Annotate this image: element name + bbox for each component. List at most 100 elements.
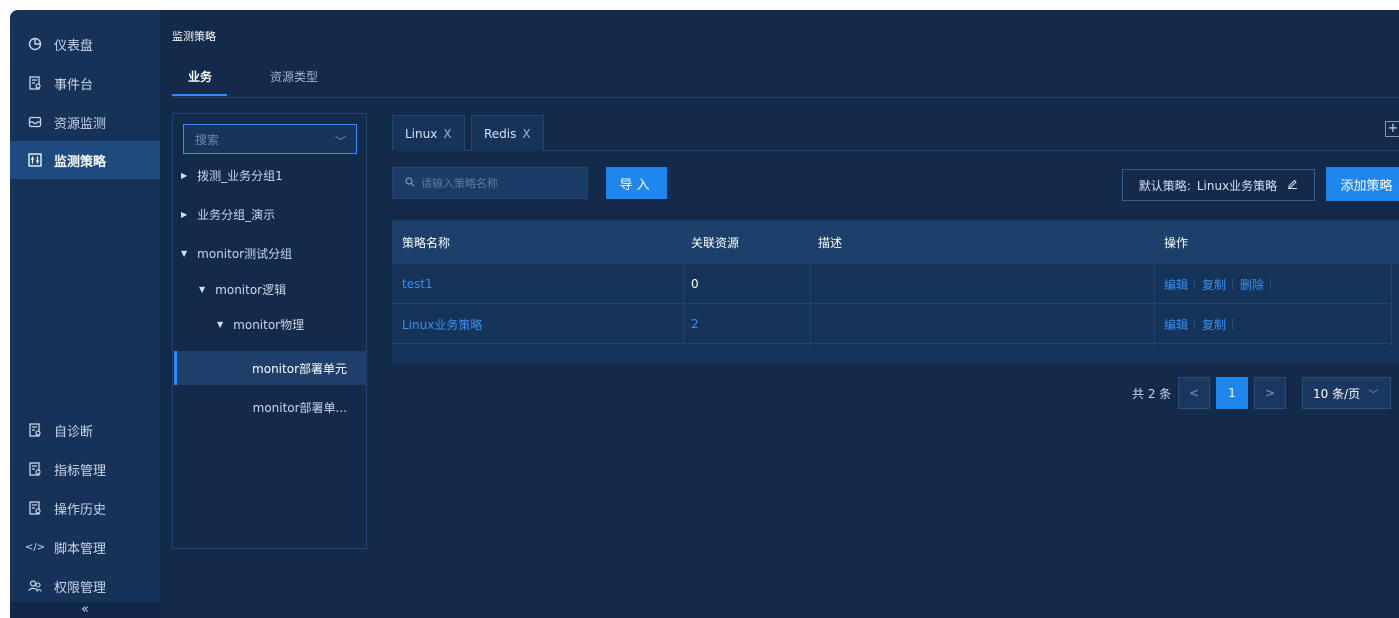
column-header: 关联资源 [691, 235, 740, 250]
sidebar-item-events[interactable]: 事件台 [10, 64, 160, 102]
tree-node[interactable]: ▼ monitor物理 [217, 307, 304, 341]
sidebar-item-label: 权限管理 [54, 580, 107, 596]
policy-name-link[interactable]: test1 [402, 264, 433, 304]
tree-node-label: 业务分组_演示 [197, 207, 276, 222]
top-tabs: 业务 资源类型 [172, 68, 1399, 98]
app-window: 仪表盘 事件台 资源监测 监测策略 自诊断 指标管理 操作历史 </> 脚本管理… [10, 10, 1399, 618]
default-policy-box[interactable]: 默认策略: Linux业务策略 [1122, 169, 1315, 201]
tree-node-label: monitor部署单... [252, 400, 347, 415]
tab-label: Linux [405, 126, 438, 141]
tab-label: 业务 [188, 70, 213, 84]
resource-tab-bar: Linux X Redis X + [392, 115, 1399, 151]
pie-chart-icon [28, 37, 42, 51]
sidebar-item-metrics[interactable]: 指标管理 [10, 450, 160, 488]
row-actions: 编辑 复制 删除 [1164, 264, 1278, 304]
sidebar-item-label: 自诊断 [54, 424, 94, 440]
sidebar: 仪表盘 事件台 资源监测 监测策略 自诊断 指标管理 操作历史 </> 脚本管理… [10, 10, 160, 618]
copy-button[interactable]: 复制 [1202, 316, 1226, 333]
chevron-down-icon: ﹀ [335, 135, 346, 148]
page-number-button[interactable]: 1 [1216, 377, 1248, 409]
table-row: Linux业务策略 2 编辑 复制 [392, 304, 1392, 344]
column-divider [1391, 264, 1392, 346]
policy-content: Linux X Redis X + 请输入策略名称 导入 默认策略: Linux… [382, 113, 1399, 618]
column-header: 描述 [818, 235, 843, 250]
caret-right-icon: ▶ [181, 209, 188, 219]
sidebar-item-scripts[interactable]: </> 脚本管理 [10, 528, 160, 566]
policy-search-input[interactable]: 请输入策略名称 [392, 167, 588, 199]
resource-count-link[interactable]: 2 [691, 304, 699, 344]
import-button[interactable]: 导入 [606, 167, 667, 199]
add-tab-button[interactable]: + [1385, 121, 1399, 137]
add-policy-button[interactable]: 添加策略 [1326, 167, 1399, 201]
search-icon [405, 176, 415, 190]
sidebar-item-self-diagnosis[interactable]: 自诊断 [10, 411, 160, 449]
sidebar-item-history[interactable]: 操作历史 [10, 489, 160, 527]
divider [1232, 318, 1234, 330]
sidebar-item-dashboard[interactable]: 仪表盘 [10, 25, 160, 63]
column-header: 策略名称 [402, 235, 451, 250]
close-icon[interactable]: X [443, 127, 451, 141]
edit-icon[interactable] [1287, 178, 1298, 192]
default-policy-value: Linux业务策略 [1196, 178, 1278, 193]
page-title: 监测策略 [172, 30, 216, 43]
sidebar-item-policies[interactable]: 监测策略 [10, 141, 160, 179]
search-placeholder: 请输入策略名称 [421, 177, 498, 190]
edit-button[interactable]: 编辑 [1164, 316, 1188, 333]
sidebar-item-label: 监测策略 [54, 154, 107, 170]
divider [1194, 318, 1196, 330]
caret-down-icon: ▼ [217, 319, 224, 329]
tree-node[interactable]: ▼ monitor逻辑 [199, 272, 286, 306]
pagination-total: 共 2 条 [1132, 387, 1172, 401]
document-icon [28, 462, 42, 476]
tree-node[interactable]: ▶ 业务分组_演示 [181, 197, 275, 231]
sidebar-item-label: 事件台 [54, 77, 94, 93]
document-icon [28, 501, 42, 515]
sidebar-item-label: 资源监测 [54, 116, 107, 132]
collapse-sidebar-button[interactable]: « [10, 602, 160, 618]
tree-node[interactable]: ▶ 拨测_业务分组1 [181, 158, 283, 192]
page-size-value: 10 条/页 [1313, 386, 1361, 401]
table-header: 策略名称 关联资源 描述 操作 [392, 220, 1399, 264]
divider [1232, 278, 1234, 290]
resource-count: 0 [691, 277, 699, 291]
tab-label: Redis [484, 126, 517, 141]
document-icon [28, 76, 42, 90]
sidebar-item-label: 脚本管理 [54, 541, 107, 557]
tab-resource-type[interactable]: 资源类型 [270, 68, 318, 97]
caret-down-icon: ▼ [199, 284, 206, 294]
column-divider [810, 264, 811, 346]
tab-linux[interactable]: Linux X [392, 115, 465, 151]
delete-button[interactable]: 删除 [1240, 276, 1264, 293]
next-page-button[interactable]: > [1254, 377, 1286, 409]
tab-business[interactable]: 业务 [188, 68, 212, 97]
caret-down-icon: ▼ [181, 248, 188, 258]
inbox-icon [28, 115, 42, 129]
tree-node[interactable]: ▼ monitor测试分组 [181, 236, 292, 270]
tree-node[interactable]: monitor部署单... [174, 390, 367, 424]
group-tree-panel: 搜索 ﹀ ▶ 拨测_业务分组1 ▶ 业务分组_演示 ▼ monitor测试分组 … [172, 113, 367, 549]
sidebar-item-label: 仪表盘 [54, 38, 94, 54]
sidebar-item-permissions[interactable]: 权限管理 [10, 567, 160, 605]
table-row: test1 0 编辑 复制 删除 [392, 264, 1392, 304]
column-divider [1154, 264, 1155, 346]
users-icon [28, 579, 42, 593]
tree-node-label: monitor部署单元 [252, 361, 347, 376]
policy-name-link[interactable]: Linux业务策略 [402, 304, 482, 344]
tab-redis[interactable]: Redis X [471, 115, 544, 151]
tree-search-select[interactable]: 搜索 ﹀ [183, 124, 357, 154]
divider [1270, 278, 1272, 290]
chevron-down-icon: ﹀ [1368, 389, 1379, 401]
copy-button[interactable]: 复制 [1202, 276, 1226, 293]
code-icon: </> [24, 541, 46, 553]
sidebar-item-label: 操作历史 [54, 502, 107, 518]
sidebar-item-resources[interactable]: 资源监测 [10, 103, 160, 141]
page-size-select[interactable]: 10 条/页 ﹀ [1302, 377, 1391, 409]
tree-node-label: monitor测试分组 [197, 246, 293, 261]
close-icon[interactable]: X [522, 127, 530, 141]
edit-button[interactable]: 编辑 [1164, 276, 1188, 293]
tab-label: 资源类型 [270, 70, 319, 84]
document-icon [28, 423, 42, 437]
default-policy-label: 默认策略: [1138, 178, 1191, 193]
tree-node-selected[interactable]: monitor部署单元 [174, 351, 367, 385]
prev-page-button[interactable]: < [1178, 377, 1210, 409]
